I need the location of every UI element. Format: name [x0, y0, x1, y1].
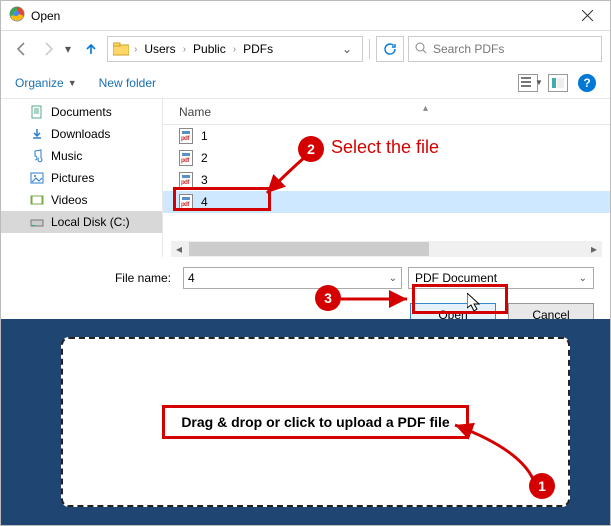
chevron-down-icon[interactable]: ⌄	[579, 273, 587, 284]
new-folder-button[interactable]: New folder	[99, 76, 156, 90]
annotation-arrow-1	[449, 419, 543, 490]
annotation-step-2: 2	[298, 136, 324, 162]
col-name[interactable]: Name	[179, 105, 379, 119]
annotation-step-3: 3	[315, 285, 341, 311]
breadcrumb[interactable]: › Users › Public › PDFs ⌄	[107, 36, 363, 62]
window-title: Open	[31, 9, 60, 23]
toolbar: Organize ▼ New folder ▼ ?	[1, 67, 610, 99]
search-input[interactable]: Search PDFs	[408, 36, 602, 62]
crumb-public[interactable]: Public	[190, 42, 229, 56]
chevron-right-icon[interactable]: ›	[181, 44, 188, 55]
pdf-file-icon	[179, 128, 193, 144]
search-icon	[415, 42, 427, 57]
breadcrumb-dropdown[interactable]: ⌄	[336, 42, 358, 56]
horizontal-scrollbar[interactable]: ◂▸	[171, 241, 602, 257]
sidebar-item-music[interactable]: Music	[1, 145, 162, 167]
sidebar-item-downloads[interactable]: Downloads	[1, 123, 162, 145]
videos-icon	[29, 192, 45, 208]
file-list: Name ▴ 1 2 3 4 ◂▸	[163, 99, 610, 257]
downloads-icon	[29, 126, 45, 142]
crumb-users[interactable]: Users	[141, 42, 178, 56]
documents-icon	[29, 104, 45, 120]
music-icon	[29, 148, 45, 164]
nav-history-dropdown[interactable]: ▾	[65, 42, 75, 56]
sort-indicator-icon: ▴	[423, 103, 428, 114]
titlebar: Open	[1, 1, 610, 31]
chevron-right-icon[interactable]: ›	[231, 44, 238, 55]
sidebar-item-local-disk[interactable]: Local Disk (C:)	[1, 211, 162, 233]
annotation-arrow-3	[341, 292, 415, 309]
sidebar-item-pictures[interactable]: Pictures	[1, 167, 162, 189]
pictures-icon	[29, 170, 45, 186]
folder-icon	[112, 40, 130, 58]
help-button[interactable]: ?	[578, 74, 596, 92]
organize-menu[interactable]: Organize ▼	[15, 76, 77, 90]
file-row-selected[interactable]: 4	[163, 191, 610, 213]
sidebar-item-videos[interactable]: Videos	[1, 189, 162, 211]
pdf-file-icon	[179, 172, 193, 188]
nav-back[interactable]	[9, 37, 33, 61]
upload-instruction: Drag & drop or click to upload a PDF fil…	[162, 405, 468, 439]
crumb-pdfs[interactable]: PDFs	[240, 42, 276, 56]
nav-up[interactable]	[79, 37, 103, 61]
file-row[interactable]: 3	[163, 169, 610, 191]
chevron-down-icon[interactable]: ⌄	[389, 273, 397, 284]
annotation-text-select: Select the file	[331, 137, 439, 158]
filename-label: File name:	[17, 271, 177, 285]
view-mode-button[interactable]: ▼	[518, 74, 538, 92]
filename-input[interactable]: 4⌄	[183, 267, 402, 289]
disk-icon	[29, 214, 45, 230]
preview-pane-button[interactable]	[548, 74, 568, 92]
sidebar-item-documents[interactable]: Documents	[1, 101, 162, 123]
pdf-file-icon	[179, 150, 193, 166]
annotation-step-1: 1	[529, 473, 555, 499]
search-placeholder: Search PDFs	[433, 42, 504, 56]
mouse-cursor-icon	[467, 293, 483, 316]
nav-bar: ▾ › Users › Public › PDFs ⌄ Search PDFs	[1, 31, 610, 67]
nav-forward[interactable]	[37, 37, 61, 61]
sidebar: Documents Downloads Music Pictures Video…	[1, 99, 163, 257]
close-button[interactable]	[565, 1, 610, 30]
filetype-select[interactable]: PDF Document⌄	[408, 267, 594, 289]
column-header[interactable]: Name ▴	[163, 99, 610, 125]
pdf-file-icon	[179, 194, 193, 210]
chevron-right-icon[interactable]: ›	[132, 44, 139, 55]
annotation-arrow-2	[261, 153, 311, 202]
app-icon	[9, 6, 25, 25]
refresh-button[interactable]	[376, 36, 404, 62]
